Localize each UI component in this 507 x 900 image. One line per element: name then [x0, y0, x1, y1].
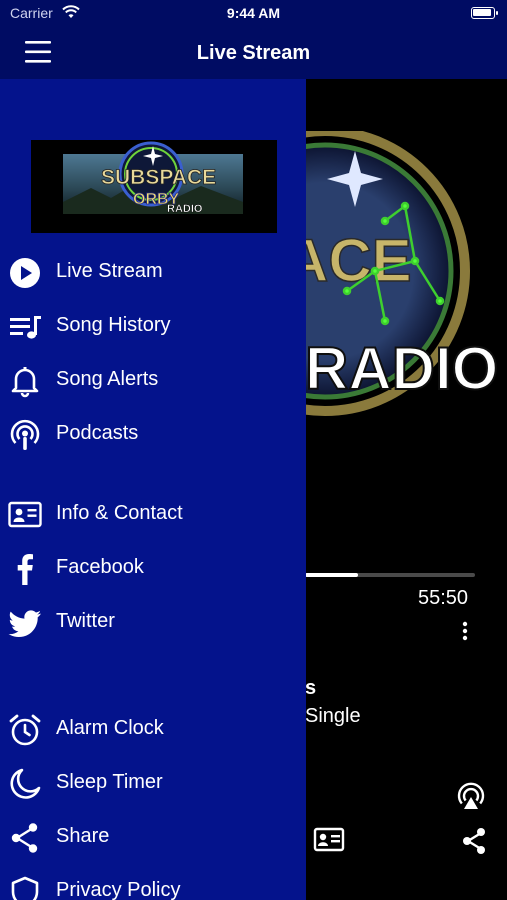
menu-item-label: Facebook [56, 556, 144, 578]
share-icon[interactable] [461, 827, 487, 855]
play-circle-icon [8, 256, 42, 290]
status-time: 9:44 AM [226, 5, 281, 21]
menu-item-label: Alarm Clock [56, 717, 164, 739]
artwork-radio-text: RADIO [305, 335, 498, 402]
more-options-icon[interactable] [455, 619, 475, 643]
podcast-icon [8, 418, 42, 452]
shield-icon [8, 875, 42, 900]
menu-item-privacy-policy[interactable]: Privacy Policy [0, 867, 306, 900]
nav-bar: Live Stream [0, 26, 507, 79]
bell-icon [8, 364, 42, 398]
menu-item-song-alerts[interactable]: Song Alerts [0, 356, 306, 404]
menu-item-share[interactable]: Share [0, 813, 306, 861]
station-artwork: ACE RADIO [305, 131, 499, 416]
menu-item-label: Sleep Timer [56, 771, 163, 793]
side-drawer: SUBSPACE ORBY RADIO Live Stream Song His… [0, 79, 306, 900]
share-icon [8, 821, 42, 855]
menu-item-sleep-timer[interactable]: Sleep Timer [0, 759, 306, 807]
menu-item-label: Song Alerts [56, 368, 159, 390]
menu-item-live-stream[interactable]: Live Stream [0, 248, 306, 296]
logo-text-radio: RADIO [167, 203, 203, 215]
duration-label: 55:50 [418, 587, 469, 609]
player-panel: ACE RADIO 55:50 s Single [305, 79, 507, 900]
alarm-clock-icon [8, 713, 42, 747]
contact-card-icon[interactable] [313, 827, 345, 853]
menu-item-label: Song History [56, 314, 171, 336]
menu-item-label: Share [56, 825, 110, 847]
playback-progress-fill [305, 573, 358, 577]
menu-item-label: Twitter [56, 610, 115, 632]
facebook-icon [8, 552, 42, 586]
menu-item-label: Privacy Policy [56, 879, 181, 900]
station-logo: SUBSPACE ORBY RADIO [31, 140, 277, 233]
airplay-icon[interactable] [455, 781, 487, 813]
page-title: Live Stream [196, 42, 311, 64]
moon-icon [8, 767, 42, 801]
twitter-icon [8, 606, 42, 640]
track-subtitle: Single [305, 705, 361, 727]
menu-item-twitter[interactable]: Twitter [0, 598, 306, 646]
menu-item-song-history[interactable]: Song History [0, 302, 306, 350]
menu-item-label: Info & Contact [56, 502, 183, 524]
logo-text-subspace: SUBSPACE [101, 166, 216, 189]
battery-icon [471, 7, 498, 19]
playback-progress[interactable] [305, 573, 475, 577]
contact-card-icon [8, 498, 42, 532]
menu-item-label: Podcasts [56, 422, 139, 444]
menu-item-podcasts[interactable]: Podcasts [0, 410, 306, 458]
menu-item-alarm-clock[interactable]: Alarm Clock [0, 705, 306, 753]
playlist-icon [8, 310, 42, 344]
track-title: s [305, 677, 317, 699]
menu-item-info-contact[interactable]: Info & Contact [0, 490, 306, 538]
status-bar: Carrier 9:44 AM [0, 0, 507, 26]
menu-item-facebook[interactable]: Facebook [0, 544, 306, 592]
menu-item-label: Live Stream [56, 260, 163, 282]
